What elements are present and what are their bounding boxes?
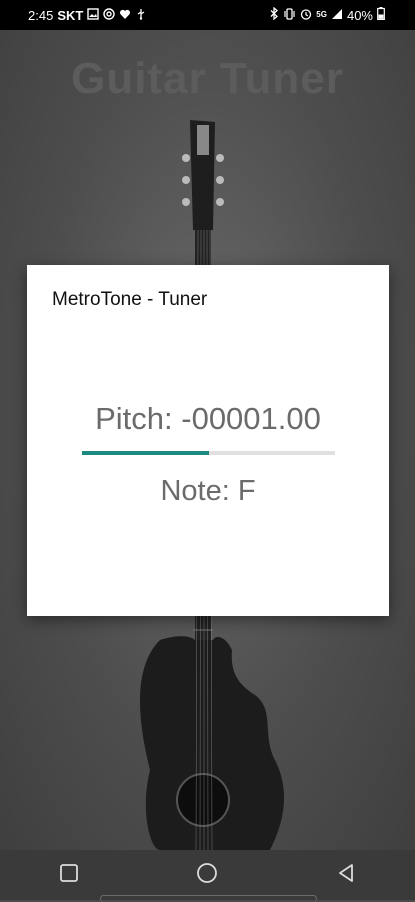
- bluetooth-icon: [269, 6, 279, 23]
- note-readout: Note: F: [160, 475, 256, 507]
- recent-apps-button[interactable]: [39, 855, 99, 895]
- image-icon: [87, 7, 100, 23]
- status-left: 2:45 SKT: [0, 8, 147, 23]
- gesture-handle[interactable]: [100, 895, 317, 902]
- battery-percent: 40%: [346, 7, 373, 23]
- battery-icon: [377, 7, 385, 23]
- usb-icon: [135, 8, 147, 23]
- recent-apps-icon: [59, 863, 79, 888]
- dialog-title: MetroTone - Tuner: [52, 289, 208, 310]
- status-time: 2:45: [28, 7, 54, 23]
- status-right: 5G 40%: [269, 6, 385, 23]
- app-title: Guitar Tuner: [71, 54, 344, 103]
- tuner-dialog: MetroTone - Tuner Pitch: -00001.00 Note:…: [27, 265, 389, 616]
- alarm-icon: [300, 8, 312, 23]
- navigation-bar: [0, 850, 415, 902]
- mobile-data-icon: 5G: [316, 10, 327, 19]
- back-icon: [336, 863, 356, 888]
- heart-icon: [119, 8, 131, 23]
- home-button[interactable]: [177, 855, 237, 895]
- home-icon: [196, 862, 218, 889]
- signal-icon: [331, 8, 343, 23]
- pitch-progress-fill: [82, 451, 209, 455]
- pitch-progress-bar: [82, 451, 335, 455]
- at-sign-icon: [103, 7, 116, 23]
- vibrate-icon: [283, 7, 296, 23]
- status-carrier: SKT: [57, 7, 84, 23]
- pitch-readout: Pitch: -00001.00: [95, 401, 321, 436]
- status-bar: 2:45 SKT 5G 40%: [0, 0, 415, 30]
- back-button[interactable]: [316, 855, 376, 895]
